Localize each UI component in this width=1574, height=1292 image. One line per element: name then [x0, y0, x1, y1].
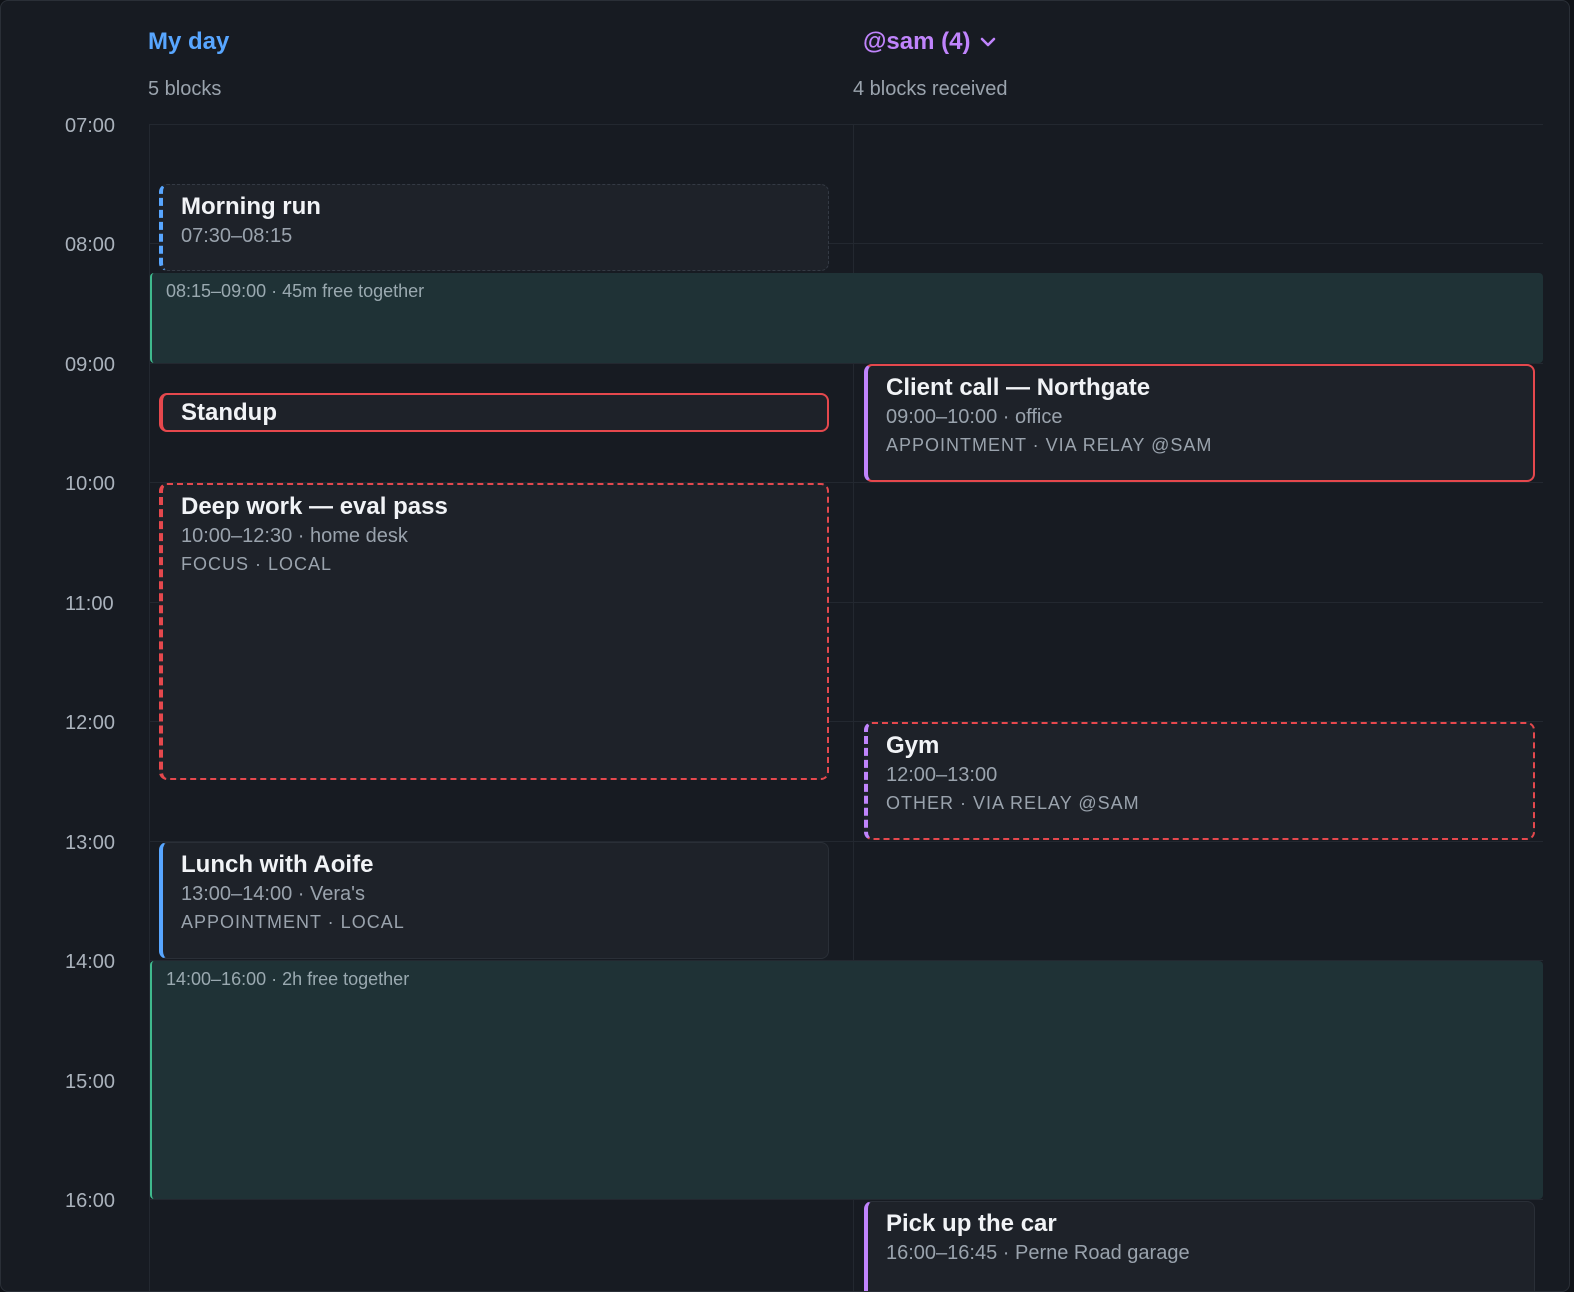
event-title: Gym [886, 732, 940, 759]
sam-title: @sam (4) [863, 28, 971, 55]
free-slot-label: 08:15–09:00 · 45m free together [166, 281, 425, 301]
event-deep-work[interactable]: Deep work — eval pass 10:00–12:30 · home… [159, 483, 829, 780]
event-title: Standup [181, 399, 277, 426]
event-morning-run[interactable]: Morning run 07:30–08:15 [159, 184, 829, 271]
hour-label: 14:00 [65, 951, 116, 973]
free-together-slot[interactable]: 08:15–09:00 · 45m free together [150, 273, 1543, 363]
event-meta: FOCUS · LOCAL [181, 554, 333, 574]
event-gym[interactable]: Gym 12:00–13:00 OTHER · VIA RELAY @SAM [864, 722, 1535, 840]
hour-label: 10:00 [65, 473, 116, 495]
free-slot-label: 14:00–16:00 · 2h free together [166, 969, 410, 989]
hour-label: 15:00 [65, 1071, 116, 1093]
hour-line [149, 124, 1543, 125]
calendar-panel: My day 5 blocks @sam (4) 4 blocks receiv… [0, 0, 1570, 1292]
event-standup[interactable]: Standup [159, 393, 829, 432]
my-day-count: 5 blocks [148, 78, 222, 100]
my-day-title: My day [148, 28, 230, 55]
sam-count: 4 blocks received [853, 78, 1008, 100]
chevron-down-icon [981, 37, 996, 47]
event-time: 09:00–10:00 · office [886, 406, 1063, 428]
event-meta: OTHER · VIA RELAY @SAM [886, 793, 1140, 813]
event-time: 07:30–08:15 [181, 225, 293, 247]
event-title: Deep work — eval pass [181, 493, 448, 520]
hour-label: 13:00 [65, 832, 116, 854]
event-lunch[interactable]: Lunch with Aoife 13:00–14:00 · Vera's AP… [159, 842, 829, 959]
event-title: Client call — Northgate [886, 374, 1151, 401]
hour-label: 11:00 [65, 593, 114, 615]
sam-column-selector[interactable]: @sam (4) [863, 28, 998, 56]
hour-line [149, 1199, 1543, 1200]
hour-label: 07:00 [65, 115, 116, 137]
event-client-call[interactable]: Client call — Northgate 09:00–10:00 · of… [864, 364, 1535, 482]
event-time: 13:00–14:00 · Vera's [181, 883, 365, 905]
event-pick-up-car[interactable]: Pick up the car 16:00–16:45 · Perne Road… [864, 1201, 1535, 1291]
hour-label: 12:00 [65, 712, 116, 734]
hour-label: 16:00 [65, 1190, 116, 1212]
event-time: 16:00–16:45 · Perne Road garage [886, 1242, 1190, 1264]
event-title: Morning run [181, 193, 321, 220]
hour-label: 09:00 [65, 354, 116, 376]
free-together-slot[interactable]: 14:00–16:00 · 2h free together [150, 961, 1543, 1199]
hour-label: 08:00 [65, 234, 116, 256]
event-time: 10:00–12:30 · home desk [181, 525, 408, 547]
event-title: Pick up the car [886, 1210, 1057, 1237]
event-time: 12:00–13:00 [886, 764, 998, 786]
event-meta: APPOINTMENT · LOCAL [181, 912, 405, 932]
event-title: Lunch with Aoife [181, 851, 374, 878]
event-meta: APPOINTMENT · VIA RELAY @SAM [886, 435, 1213, 455]
